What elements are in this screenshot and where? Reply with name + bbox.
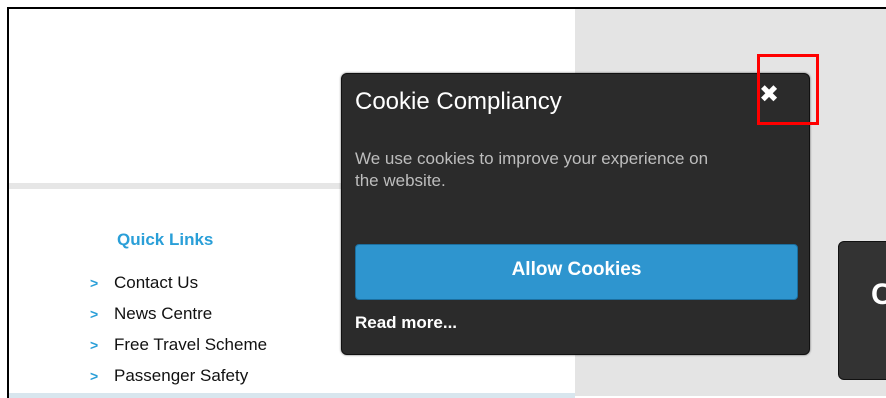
quick-links-list: > Contact Us > News Centre > Free Travel… [90, 267, 267, 391]
quick-link-label: Contact Us [114, 272, 199, 292]
quick-links-title: Quick Links [117, 230, 214, 249]
chevron-right-icon: > [90, 336, 99, 353]
quick-link-passenger-safety[interactable]: > Passenger Safety [90, 360, 267, 391]
footer-strip [9, 393, 575, 398]
cookie-popup-message: We use cookies to improve your experienc… [355, 149, 709, 190]
cookie-consent-popup: Cookie Compliancy ✖ We use cookies to im… [341, 73, 810, 355]
quick-link-contact-us[interactable]: > Contact Us [90, 267, 267, 298]
read-more-link[interactable]: Read more... [355, 313, 457, 333]
allow-cookies-button[interactable]: Allow Cookies [355, 244, 798, 300]
quick-link-free-travel-scheme[interactable]: > Free Travel Scheme [90, 329, 267, 360]
chevron-right-icon: > [90, 367, 99, 384]
quick-link-news-centre[interactable]: > News Centre [90, 298, 267, 329]
viewport-top-border [7, 7, 886, 9]
quick-link-label: Free Travel Scheme [114, 334, 268, 354]
viewport-left-border [7, 8, 9, 398]
quick-link-label: Passenger Safety [114, 365, 249, 385]
quick-link-label: News Centre [114, 303, 213, 323]
close-button-highlight [757, 54, 819, 125]
side-action-button[interactable]: C [838, 241, 886, 380]
cookie-popup-title: Cookie Compliancy [355, 88, 562, 115]
chevron-right-icon: > [90, 305, 99, 322]
chevron-right-icon: > [90, 274, 99, 291]
